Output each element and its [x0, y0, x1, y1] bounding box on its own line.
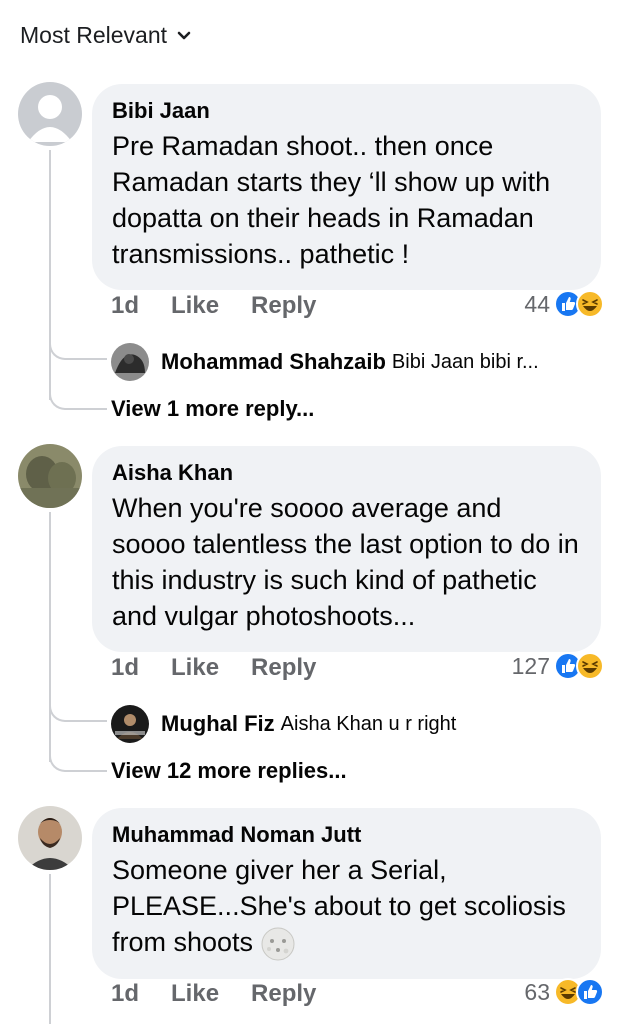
comment-bubble: Muhammad Noman Jutt Someone giver her a … — [92, 808, 601, 979]
comment-text-body: Someone giver her a Serial, PLEASE...She… — [112, 855, 566, 957]
comment-text: Someone giver her a Serial, PLEASE...She… — [112, 852, 581, 961]
comment-author[interactable]: Bibi Jaan — [112, 98, 581, 124]
avatar[interactable] — [18, 444, 82, 508]
reply-author[interactable]: Mughal Fiz — [161, 711, 275, 737]
reply-preview[interactable]: Mohammad Shahzaib Bibi Jaan bibi r... — [111, 343, 539, 381]
avatar[interactable] — [111, 343, 149, 381]
reaction-summary[interactable]: 44 — [524, 290, 604, 318]
reply-connector — [49, 742, 107, 772]
reply-connector — [49, 380, 107, 410]
comment-actions: 1d Like Reply — [111, 980, 348, 1008]
comment-bubble: Bibi Jaan Pre Ramadan shoot.. then once … — [92, 84, 601, 290]
reply-button[interactable]: Reply — [251, 292, 316, 320]
reaction-summary[interactable]: 63 — [524, 978, 604, 1006]
comment-time[interactable]: 1d — [111, 980, 139, 1008]
like-button[interactable]: Like — [171, 292, 219, 320]
moon-face-emoji — [261, 927, 295, 961]
haha-reaction-icon — [576, 290, 604, 318]
view-more-replies-link[interactable]: View 12 more replies... — [111, 758, 347, 784]
avatar[interactable] — [18, 806, 82, 870]
comment-author[interactable]: Muhammad Noman Jutt — [112, 822, 581, 848]
chevron-down-icon — [177, 31, 191, 39]
view-more-replies-link[interactable]: View 1 more reply... — [111, 396, 314, 422]
avatar[interactable] — [18, 82, 82, 146]
comment-actions: 1d Like Reply — [111, 654, 348, 682]
avatar[interactable] — [111, 705, 149, 743]
reply-text: Aisha Khan u r right — [280, 712, 457, 735]
sort-dropdown[interactable]: Most Relevant — [20, 22, 191, 49]
sort-label: Most Relevant — [20, 22, 168, 48]
haha-reaction-icon — [576, 652, 604, 680]
reply-button[interactable]: Reply — [251, 980, 316, 1008]
comment-time[interactable]: 1d — [111, 654, 139, 682]
reaction-summary[interactable]: 127 — [512, 652, 604, 680]
thread-line — [49, 874, 51, 1024]
like-button[interactable]: Like — [171, 654, 219, 682]
reaction-count: 44 — [524, 290, 550, 317]
comment-author[interactable]: Aisha Khan — [112, 460, 581, 486]
reaction-count: 63 — [524, 978, 550, 1005]
comment-bubble: Aisha Khan When you're soooo average and… — [92, 446, 601, 652]
reply-preview[interactable]: Mughal Fiz Aisha Khan u r right — [111, 705, 456, 743]
thread-line — [49, 150, 51, 400]
comment-text: When you're soooo average and soooo tale… — [112, 493, 579, 631]
comment-actions: 1d Like Reply — [111, 292, 348, 320]
reaction-count: 127 — [511, 652, 550, 679]
comment-text: Pre Ramadan shoot.. then once Ramadan st… — [112, 131, 551, 269]
comment-time[interactable]: 1d — [111, 292, 139, 320]
thread-line — [49, 512, 51, 762]
reply-connector — [49, 692, 107, 722]
reply-author[interactable]: Mohammad Shahzaib — [161, 349, 386, 375]
reply-connector — [49, 330, 107, 360]
reply-button[interactable]: Reply — [251, 654, 316, 682]
like-button[interactable]: Like — [171, 980, 219, 1008]
reply-text: Bibi Jaan bibi r... — [391, 350, 539, 373]
like-reaction-icon — [576, 978, 604, 1006]
